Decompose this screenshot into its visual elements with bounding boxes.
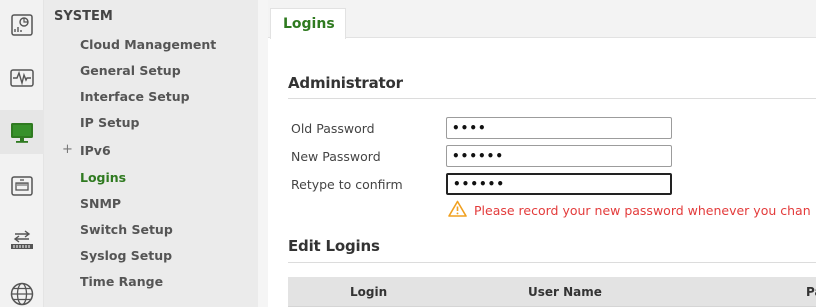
dashboard-icon[interactable]	[0, 3, 44, 47]
warning-icon	[448, 200, 467, 221]
menu-item-time-range[interactable]: Time Range	[80, 274, 163, 289]
menu-item-interface-setup[interactable]: Interface Setup	[80, 89, 190, 104]
expand-plus-icon[interactable]: +	[62, 142, 73, 157]
menu-item-logins[interactable]: Logins	[80, 170, 126, 185]
new-password-field[interactable]	[446, 145, 672, 167]
old-password-field[interactable]	[446, 117, 672, 139]
password-warning: Please record your new password whenever…	[448, 200, 811, 221]
section-divider	[288, 262, 816, 263]
retype-password-field[interactable]	[446, 173, 672, 195]
tab-bar: Logins	[268, 0, 816, 39]
logins-table-header: Login User Name Pa	[288, 277, 816, 307]
monitor-wave-icon[interactable]	[0, 56, 44, 100]
warning-text: Please record your new password whenever…	[474, 203, 811, 218]
menu-title: SYSTEM	[54, 9, 113, 24]
main-content: Logins Administrator Old Password New Pa…	[268, 0, 816, 307]
menu-item-cloud-management[interactable]: Cloud Management	[80, 37, 216, 52]
administrator-section-title: Administrator	[288, 74, 403, 92]
section-divider	[288, 98, 816, 99]
retype-password-label: Retype to confirm	[291, 177, 403, 192]
system-menu: SYSTEM Cloud Management General Setup In…	[44, 0, 258, 307]
edit-logins-section-title: Edit Logins	[288, 237, 380, 255]
globe-icon[interactable]	[0, 272, 44, 307]
icon-rail	[0, 0, 44, 307]
menu-item-syslog-setup[interactable]: Syslog Setup	[80, 248, 172, 263]
network-device-icon[interactable]	[0, 164, 44, 208]
menu-item-snmp[interactable]: SNMP	[80, 196, 121, 211]
new-password-label: New Password	[291, 149, 381, 164]
panel-divider	[258, 0, 268, 307]
menu-item-switch-setup[interactable]: Switch Setup	[80, 222, 173, 237]
column-header-user-name[interactable]: User Name	[528, 285, 602, 299]
configuration-screen-icon[interactable]	[0, 110, 44, 154]
old-password-label: Old Password	[291, 121, 375, 136]
column-header-login[interactable]: Login	[350, 285, 387, 299]
menu-item-ipv6[interactable]: IPv6	[80, 143, 111, 158]
column-header-password[interactable]: Pa	[806, 285, 816, 299]
switch-ports-icon[interactable]	[0, 218, 44, 262]
tab-logins[interactable]: Logins	[270, 8, 346, 39]
menu-item-general-setup[interactable]: General Setup	[80, 63, 181, 78]
menu-item-ip-setup[interactable]: IP Setup	[80, 115, 139, 130]
